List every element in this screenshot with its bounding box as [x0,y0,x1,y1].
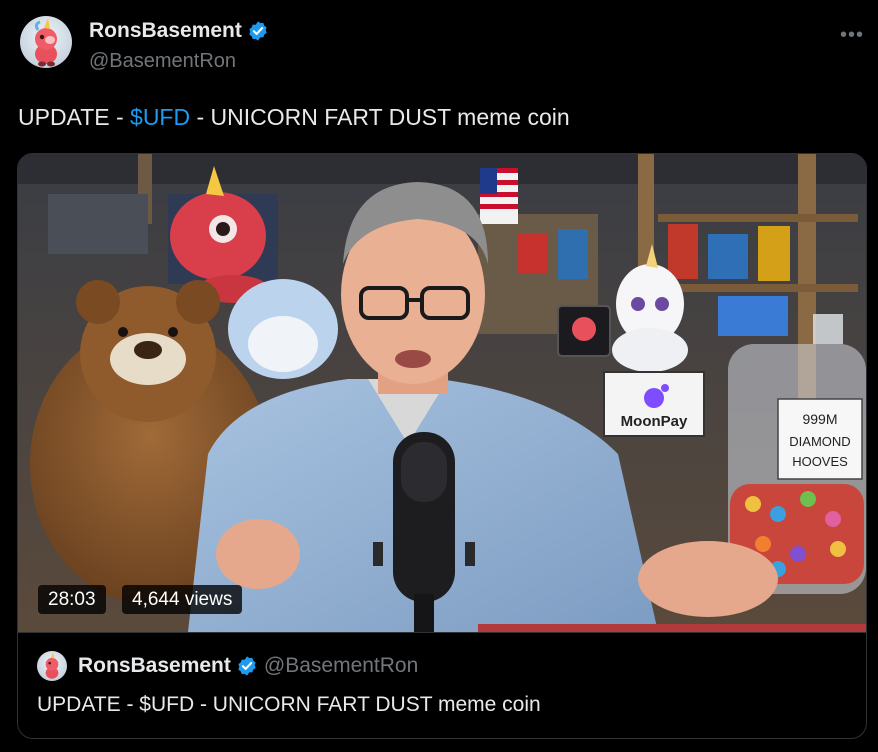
video-card: MoonPay 999M DIAMOND HOOVES 28:03 4,644 … [17,153,867,739]
quoted-post[interactable]: RonsBasement @BasementRon UPDATE - $UFD … [18,632,866,738]
quoted-display-name: RonsBasement [78,654,231,677]
quoted-handle: @BasementRon [263,654,419,677]
jar-label-line1: 999M [802,411,837,427]
video-view-count: 4,644 views [122,585,243,614]
author-display-name[interactable]: RonsBasement [89,19,242,43]
quoted-author-row: RonsBasement @BasementRon [78,654,418,678]
verified-badge-icon [249,21,267,41]
quoted-author-avatar [37,651,67,681]
author-name-row: RonsBasement [89,19,269,43]
moonpay-sign: MoonPay [621,413,688,430]
video-thumbnail: MoonPay 999M DIAMOND HOOVES [18,154,866,632]
video-duration: 28:03 [38,585,106,614]
quoted-post-text: UPDATE - $UFD - UNICORN FART DUST meme c… [37,693,541,716]
cashtag-link[interactable]: $UFD [130,104,190,130]
video-player[interactable]: MoonPay 999M DIAMOND HOOVES 28:03 4,644 … [18,154,866,632]
more-options-icon[interactable]: ••• [840,24,864,47]
verified-badge-icon [238,656,256,676]
jar-label-line2: DIAMOND [789,434,850,449]
post-text-prefix: UPDATE - [18,104,131,130]
author-avatar[interactable] [20,16,72,68]
author-handle[interactable]: @BasementRon [89,50,236,73]
jar-label-line3: HOOVES [792,454,848,469]
post-text: UPDATE - $UFD - UNICORN FART DUST meme c… [18,104,570,131]
post-text-suffix: - UNICORN FART DUST meme coin [190,104,570,130]
